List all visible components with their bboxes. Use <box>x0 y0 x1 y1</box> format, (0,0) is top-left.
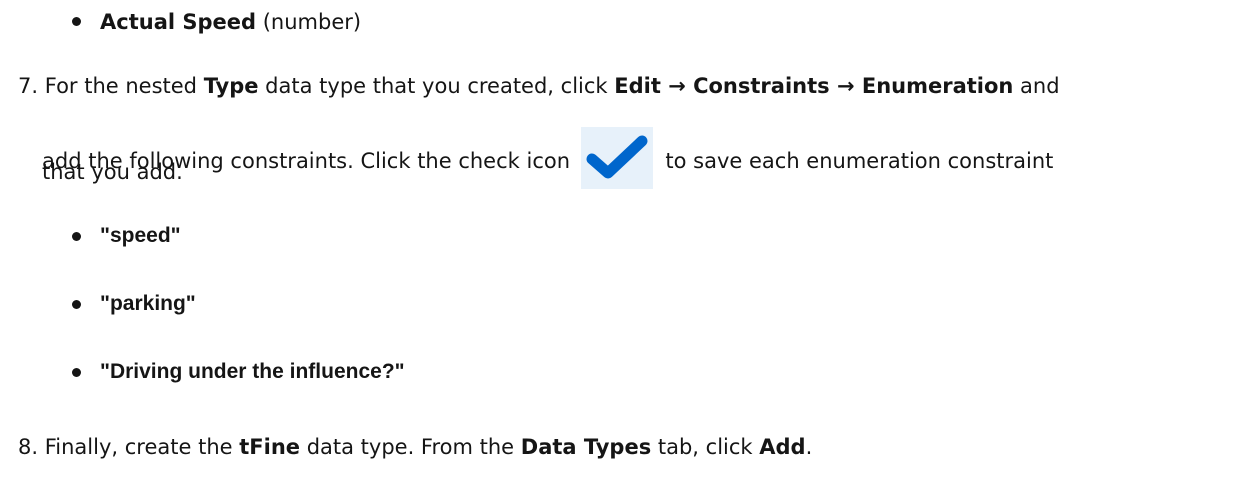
step-7-number: 7. <box>18 74 39 98</box>
step-8-line-1: 8. Finally, create the tFine data type. … <box>18 433 812 461</box>
term-tfine: tFine <box>239 435 301 459</box>
bullet-dot <box>72 17 81 26</box>
step-7-text-6: that you add. <box>42 160 183 184</box>
step-7-line-3: that you add. <box>42 158 183 186</box>
step-7-text-5: to save each enumeration constraint <box>658 149 1054 173</box>
term-type: Type <box>203 74 259 98</box>
bullet-dot <box>72 368 81 377</box>
checkmark-icon <box>580 127 653 189</box>
step-8-text-1: Finally, create the <box>44 435 240 459</box>
term-suffix: (number) <box>256 10 362 34</box>
term-actual-speed: Actual Speed <box>100 10 257 34</box>
step-7-line-2: add the following constraints. Click the… <box>42 127 1054 193</box>
constraint-item: "parking" <box>100 290 196 318</box>
step-7-line-1: 7. For the nested Type data type that yo… <box>18 72 1060 100</box>
bullet-dot <box>72 300 81 309</box>
constraint-item: "Driving under the influence?" <box>100 358 405 386</box>
step-8-text-4: . <box>805 435 813 459</box>
step-8-text-3: tab, click <box>651 435 760 459</box>
bullet-actual-speed: Actual Speed (number) <box>100 8 361 36</box>
add-label: Add <box>759 435 806 459</box>
constraint-speed: "speed" <box>100 224 181 247</box>
step-7-text-1: For the nested <box>44 74 204 98</box>
constraint-item: "speed" <box>100 222 181 250</box>
step-7-text-2: data type that you created, click <box>258 74 615 98</box>
step-7-text-3: and <box>1013 74 1060 98</box>
tab-name-data-types: Data Types <box>520 435 652 459</box>
menu-path: Edit → Constraints → Enumeration <box>614 74 1014 98</box>
bullet-dot <box>72 232 81 241</box>
step-8-number: 8. <box>18 435 39 459</box>
constraint-driving: "Driving under the influence?" <box>100 360 405 383</box>
step-8-text-2: data type. From the <box>300 435 521 459</box>
constraint-parking: "parking" <box>100 292 196 315</box>
